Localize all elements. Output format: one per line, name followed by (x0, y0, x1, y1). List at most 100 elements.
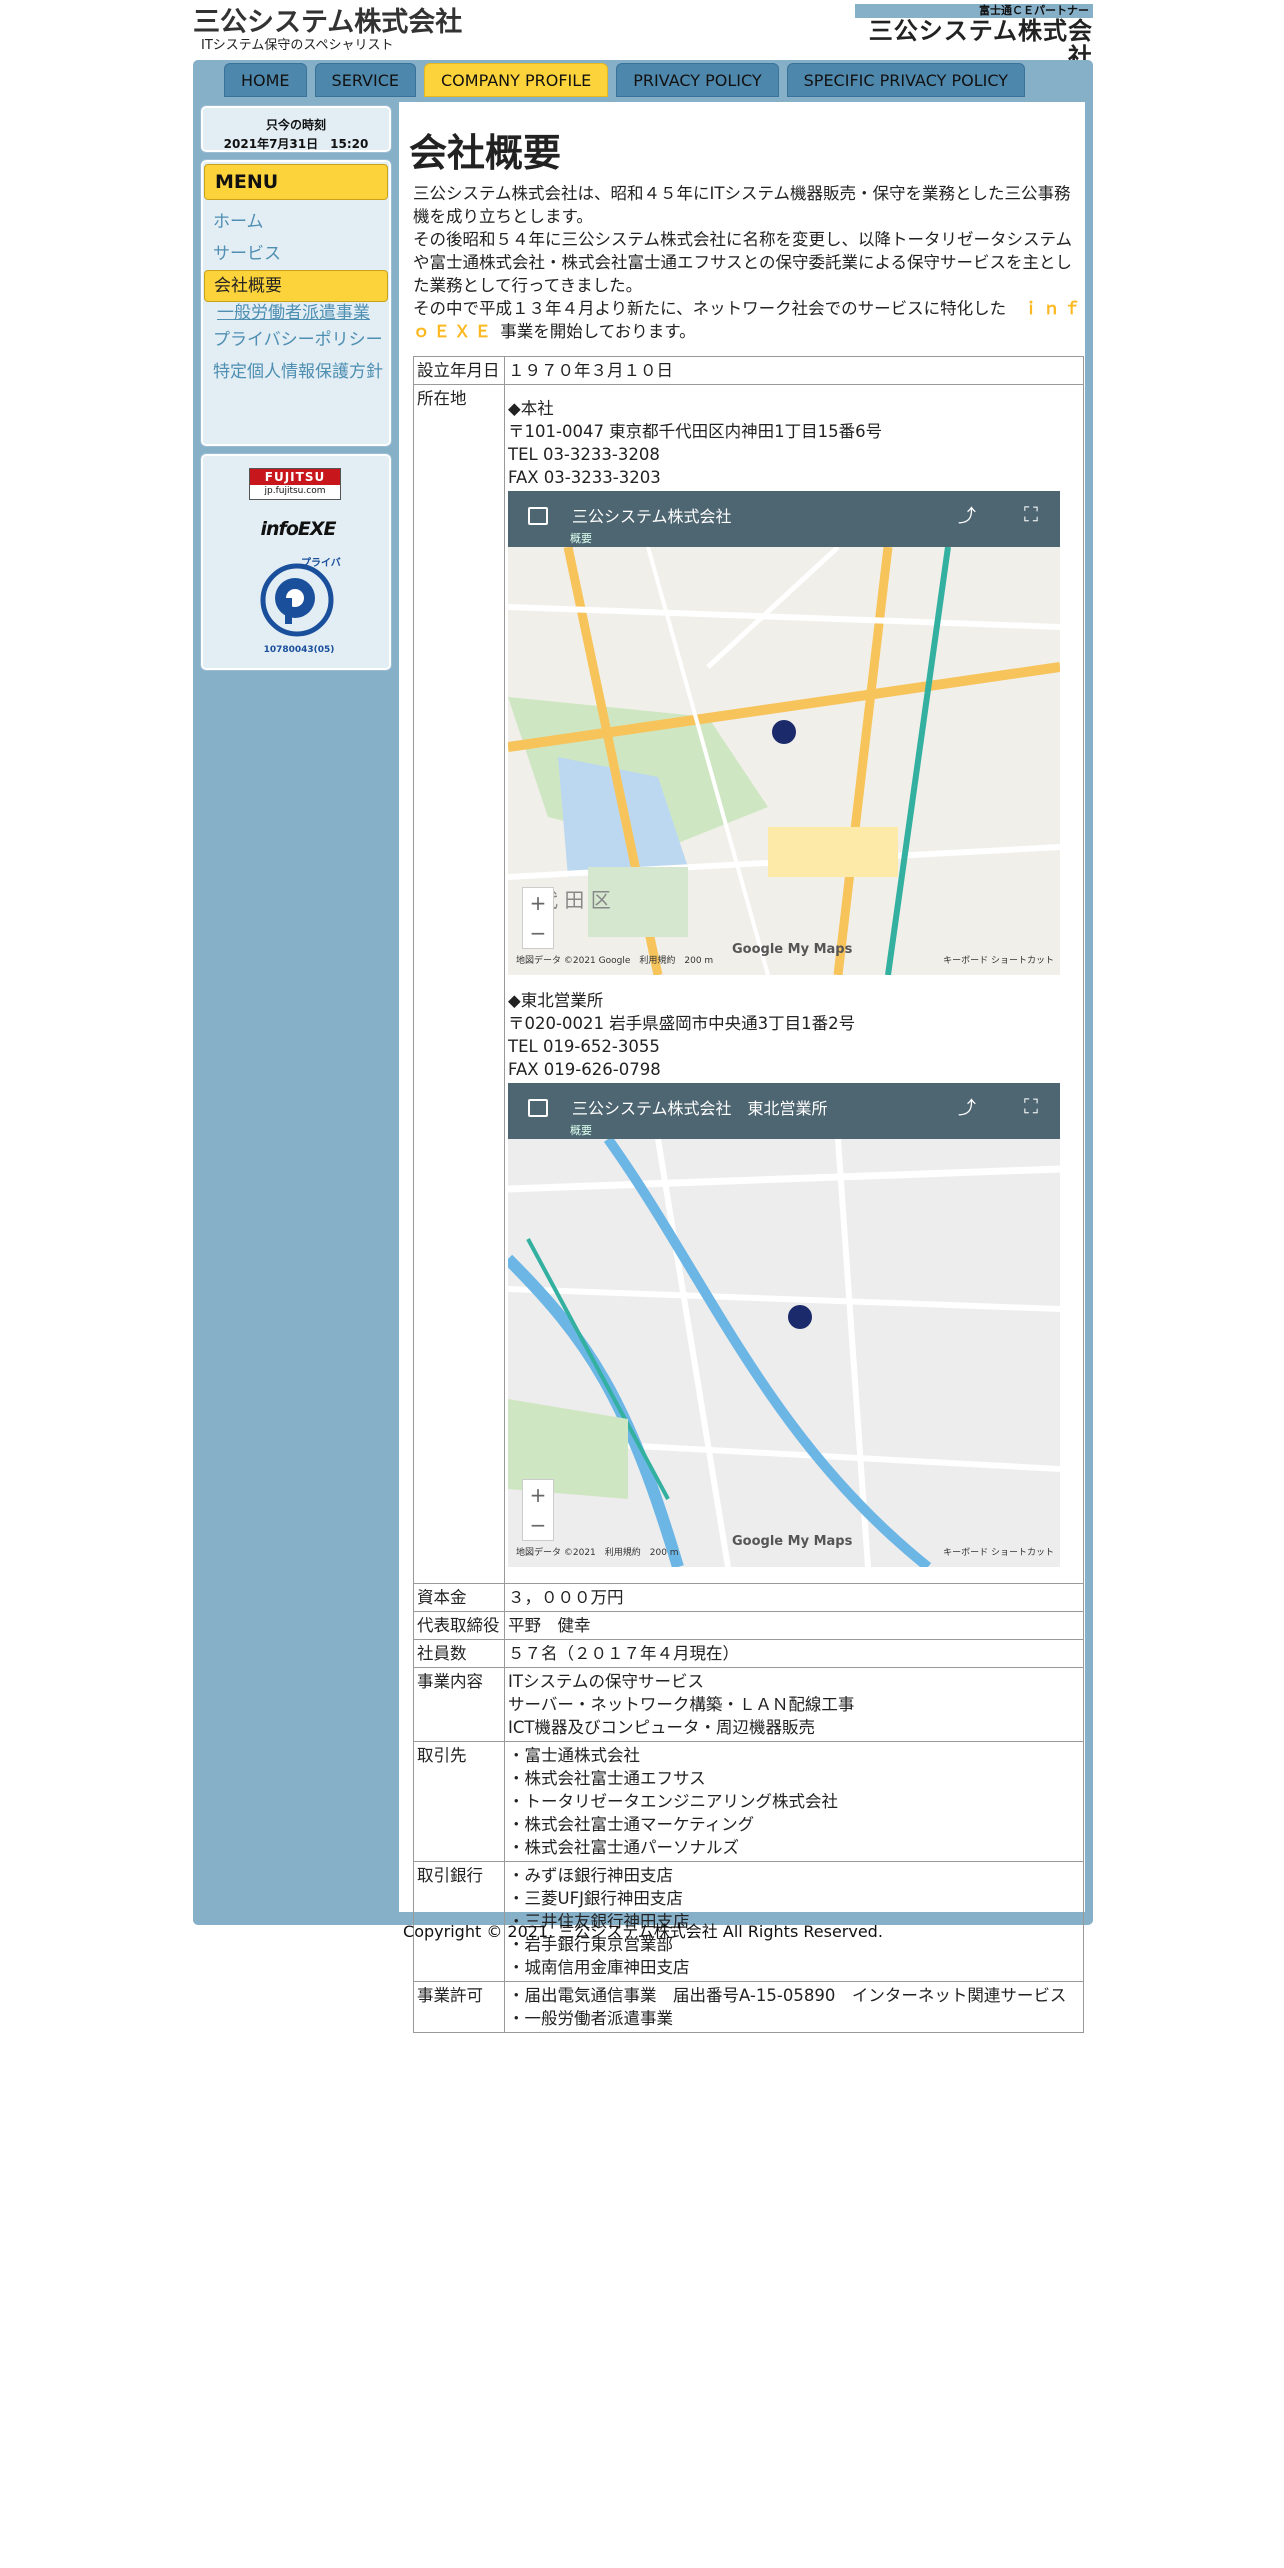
sidebar-item-company-profile[interactable]: 会社概要 (204, 270, 388, 302)
pmark-number: 10780043(05) (264, 645, 335, 655)
intro-text: 三公システム株式会社は、昭和４５年にITシステム機器販売・保守を業務とした三公事… (413, 182, 1085, 343)
fujitsu-logo[interactable]: FUJITSU jp.fujitsu.com (249, 468, 341, 500)
capital-label: 資本金 (413, 1583, 505, 1612)
side-menu: MENU ホーム サービス 会社概要 一般労働者派遣事業 プライバシーポリシー … (200, 159, 392, 447)
clock-label: 只今の時刻 (265, 118, 326, 132)
ceo-value: 平野 健幸 (504, 1611, 1084, 1640)
location-value: ◆本社 〒101-0047 東京都千代田区内神田1丁目15番6号 TEL 03-… (504, 384, 1084, 1584)
fullscreen-icon[interactable]: ⛶ (1024, 503, 1038, 526)
intro-paragraph: 三公システム株式会社は、昭和４５年にITシステム機器販売・保守を業務とした三公事… (413, 184, 1071, 226)
license-label: 事業許可 (413, 1981, 505, 2033)
sidebar-item-dispatch-business[interactable]: 一般労働者派遣事業 (203, 302, 389, 324)
table-row: 所在地 ◆本社 〒101-0047 東京都千代田区内神田1丁目15番6号 TEL… (413, 384, 1084, 1584)
list-item: ・トータリゼータエンジニアリング株式会社 (508, 1792, 838, 1811)
partner-badge: 富士通ＣＥパートナー (855, 4, 1093, 18)
table-row: 事業許可 ・届出電気通信事業 届出番号A-15-05890 インターネット関連サ… (413, 1981, 1084, 2033)
established-value: １９７０年３月１０日 (504, 356, 1084, 385)
license-value: ・届出電気通信事業 届出番号A-15-05890 インターネット関連サービス ・… (504, 1981, 1084, 2033)
infoexe-logo[interactable]: infoEXE (253, 518, 343, 540)
map-subtitle[interactable]: 概要 (570, 527, 592, 550)
map-keyboard-shortcut[interactable]: キーボード ショートカット (943, 1542, 1054, 1565)
clients-label: 取引先 (413, 1741, 505, 1862)
map-keyboard-shortcut[interactable]: キーボード ショートカット (943, 950, 1054, 973)
sidebar-item-privacy-policy[interactable]: プライバシーポリシー (203, 324, 389, 356)
logo-box: FUJITSU jp.fujitsu.com infoEXE プライバシー 10… (200, 453, 392, 671)
tohoku-office-tel: TEL 019-652-3055 (508, 1037, 660, 1056)
zoom-control[interactable]: + − (522, 1479, 554, 1541)
share-icon[interactable]: ⤴ (958, 1097, 976, 1120)
tohoku-office-fax: FAX 019-626-0798 (508, 1060, 661, 1079)
google-my-maps-logo: Google My Maps (732, 1534, 853, 1549)
capital-value: ３，０００万円 (504, 1583, 1084, 1612)
list-item: サーバー・ネットワーク構築・ＬＡＮ配線工事 (508, 1695, 855, 1714)
location-label: 所在地 (413, 384, 505, 1584)
main-nav: HOME SERVICE COMPANY PROFILE PRIVACY POL… (224, 63, 1025, 99)
main-content: 会社概要 三公システム株式会社は、昭和４５年にITシステム機器販売・保守を業務と… (399, 102, 1085, 2033)
head-office-tel: TEL 03-3233-3208 (508, 445, 660, 464)
zoom-control[interactable]: + − (522, 887, 554, 949)
head-office-heading: ◆本社 (508, 399, 554, 418)
copyright: Copyright © 2021. 三公システム株式会社 All Rights … (403, 1922, 883, 1941)
clock-widget: 只今の時刻 2021年7月31日 15:20 (200, 105, 392, 153)
map-legend-icon[interactable] (528, 1099, 548, 1117)
map-footer: 地図データ ©2021 利用規約 200 m (516, 1548, 679, 1558)
fullscreen-icon[interactable]: ⛶ (1024, 1095, 1038, 1118)
list-item: ・株式会社富士通エフサス (508, 1769, 706, 1788)
list-item: ・届出電気通信事業 届出番号A-15-05890 インターネット関連サービス (508, 1986, 1067, 2005)
map-header: 三公システム株式会社 東北営業所 概要 ⤴ ⛶ (508, 1083, 1060, 1139)
tab-service[interactable]: SERVICE (314, 63, 416, 97)
list-item: ・城南信用金庫神田支店 (508, 1958, 690, 1977)
table-row: 取引先 ・富士通株式会社 ・株式会社富士通エフサス ・トータリゼータエンジニアリ… (413, 1741, 1084, 1862)
business-label: 事業内容 (413, 1667, 505, 1742)
established-label: 設立年月日 (413, 356, 505, 385)
clock-value: 2021年7月31日 15:20 (223, 137, 369, 151)
sidebar-item-home[interactable]: ホーム (203, 206, 389, 238)
site-header: 三公システム株式会社 ITシステム保守のスペシャリスト 富士通ＣＥパートナー 三… (193, 0, 1093, 70)
list-item: ・みずほ銀行神田支店 (508, 1866, 673, 1885)
list-item: ・富士通株式会社 (508, 1746, 640, 1765)
share-icon[interactable]: ⤴ (958, 505, 976, 528)
head-office-map[interactable]: 三公システム株式会社 概要 ⤴ ⛶ 代 田 区 + − Google My Ma… (508, 491, 1060, 975)
intro-paragraph: その後昭和５４年に三公システム株式会社に名称を変更し、以降トータリゼータシステム… (413, 230, 1073, 295)
tab-company-profile[interactable]: COMPANY PROFILE (424, 63, 609, 97)
head-office-fax: FAX 03-3233-3203 (508, 468, 661, 487)
employees-label: 社員数 (413, 1639, 505, 1668)
privacy-mark-icon[interactable]: プライバシー 10780043(05) (257, 552, 341, 656)
clients-value: ・富士通株式会社 ・株式会社富士通エフサス ・トータリゼータエンジニアリング株式… (504, 1741, 1084, 1862)
table-row: 資本金 ３，０００万円 (413, 1583, 1084, 1612)
map-footer: 地図データ ©2021 Google 利用規約 200 m (516, 956, 714, 966)
map-title: 三公システム株式会社 (572, 507, 732, 526)
list-item: ITシステムの保守サービス (508, 1672, 704, 1691)
pmark-text: プライバシー (301, 556, 341, 569)
sidebar-item-specific-privacy[interactable]: 特定個人情報保護方針 (203, 356, 389, 388)
tohoku-office-map[interactable]: 三公システム株式会社 東北営業所 概要 ⤴ ⛶ + − Google My Ma… (508, 1083, 1060, 1567)
company-info-table: 設立年月日 １９７０年３月１０日 所在地 ◆本社 〒101-0047 東京都千代… (413, 356, 1084, 2033)
list-item: ・株式会社富士通マーケティング (508, 1815, 755, 1834)
table-row: 事業内容 ITシステムの保守サービス サーバー・ネットワーク構築・ＬＡＮ配線工事… (413, 1667, 1084, 1742)
tab-home[interactable]: HOME (224, 63, 307, 97)
ceo-label: 代表取締役 (413, 1611, 505, 1640)
table-row: 設立年月日 １９７０年３月１０日 (413, 356, 1084, 385)
employees-value: ５７名（２０１７年４月現在） (504, 1639, 1084, 1668)
map-legend-icon[interactable] (528, 507, 548, 525)
list-item: ICT機器及びコンピュータ・周辺機器販売 (508, 1718, 815, 1737)
tab-privacy-policy[interactable]: PRIVACY POLICY (616, 63, 779, 97)
intro-paragraph: その中で平成１３年４月より新たに、ネットワーク社会でのサービスに特化した ｉｎｆ… (413, 299, 1085, 341)
table-row: 社員数 ５７名（２０１７年４月現在） (413, 1639, 1084, 1668)
list-item: ・一般労働者派遣事業 (508, 2009, 673, 2028)
map-subtitle[interactable]: 概要 (570, 1119, 592, 1142)
list-item: ・株式会社富士通パーソナルズ (508, 1838, 739, 1857)
map-canvas[interactable] (508, 1136, 1060, 1567)
menu-title: MENU (204, 164, 388, 200)
site-subtitle: ITシステム保守のスペシャリスト (201, 38, 394, 53)
sidebar-item-service[interactable]: サービス (203, 238, 389, 270)
table-row: 代表取締役 平野 健幸 (413, 1611, 1084, 1640)
tab-specific-privacy-policy[interactable]: SPECIFIC PRIVACY POLICY (786, 63, 1025, 97)
map-canvas[interactable]: 代 田 区 (508, 545, 1060, 975)
map-header: 三公システム株式会社 概要 ⤴ ⛶ (508, 491, 1060, 547)
head-office-address: 〒101-0047 東京都千代田区内神田1丁目15番6号 (508, 422, 883, 441)
page-title: 会社概要 (409, 131, 562, 175)
list-item: ・三菱UFJ銀行神田支店 (508, 1889, 683, 1908)
business-value: ITシステムの保守サービス サーバー・ネットワーク構築・ＬＡＮ配線工事 ICT機… (504, 1667, 1084, 1742)
main-frame: HOME SERVICE COMPANY PROFILE PRIVACY POL… (193, 60, 1093, 2033)
